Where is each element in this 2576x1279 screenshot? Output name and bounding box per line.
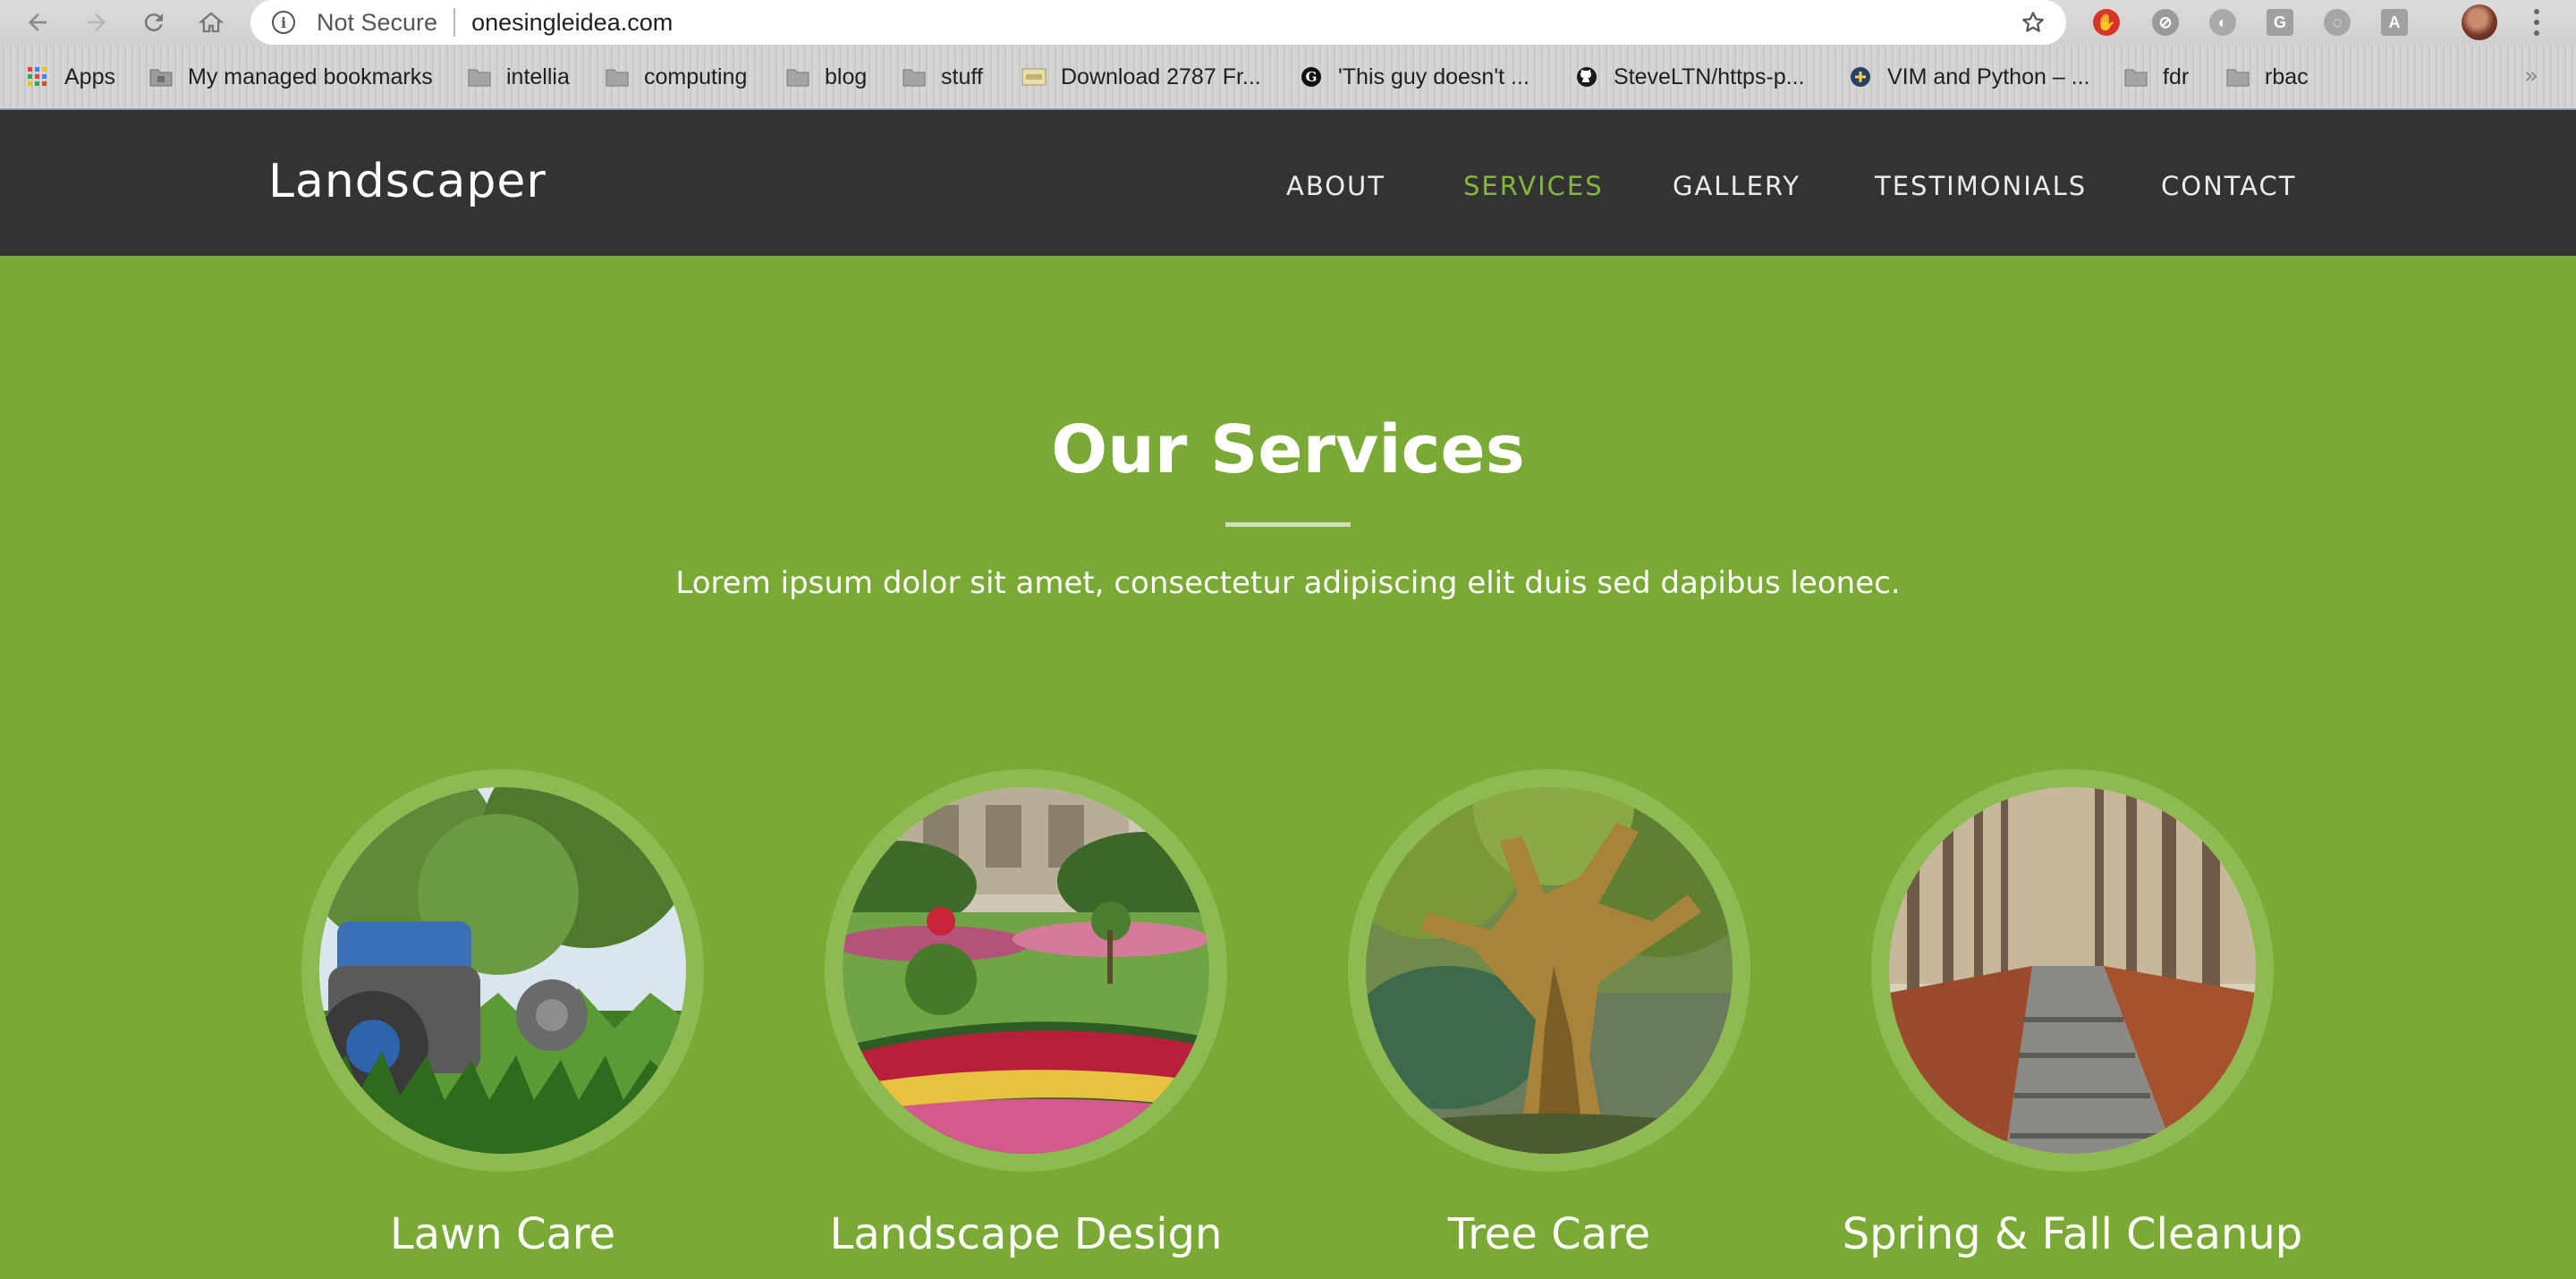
folder-icon: [605, 66, 630, 88]
bookmark-this-guy[interactable]: G 'This guy doesn't ...: [1299, 59, 1530, 95]
extension-a-icon[interactable]: A: [2381, 9, 2408, 36]
reload-button[interactable]: [129, 0, 179, 45]
folder-icon: [2123, 66, 2148, 88]
bookmarks-overflow-icon[interactable]: »: [2524, 63, 2538, 89]
service-image-lawn-care[interactable]: [301, 769, 704, 1172]
shield-icon[interactable]: ◌: [2324, 9, 2351, 36]
bookmark-folder-computing[interactable]: computing: [605, 59, 747, 95]
nav-contact[interactable]: CONTACT: [2161, 171, 2297, 201]
forward-arrow-icon: [88, 13, 106, 31]
bookmark-label: 'This guy doesn't ...: [1338, 64, 1530, 89]
service-label-spring-fall-cleanup[interactable]: Spring & Fall Cleanup: [1804, 1209, 2341, 1259]
section-subtitle: Lorem ipsum dolor sit amet, consectetur …: [675, 565, 1901, 601]
bookmark-label: Download 2787 Fr...: [1061, 64, 1261, 89]
bookmark-star-icon[interactable]: [2020, 9, 2046, 36]
reload-icon: [144, 13, 163, 32]
back-arrow-icon: [29, 13, 47, 31]
forward-button[interactable]: [72, 0, 122, 45]
home-icon: [198, 12, 225, 33]
service-label-tree-care[interactable]: Tree Care: [1281, 1209, 1818, 1259]
bookmark-apps[interactable]: Apps: [25, 59, 115, 95]
service-image-tree-care[interactable]: [1348, 769, 1750, 1172]
extension-g-icon[interactable]: G: [2267, 9, 2293, 36]
github-icon: [1574, 66, 1599, 88]
autumn-path-photo: [1889, 787, 2256, 1154]
nav-testimonials[interactable]: TESTIMONIALS: [1875, 171, 2087, 201]
bookmark-label: blog: [825, 64, 868, 89]
bookmark-label: VIM and Python – ...: [1887, 64, 2090, 89]
g-circle-icon: G: [1299, 66, 1324, 88]
bookmark-label: Apps: [64, 64, 115, 89]
site-info-icon[interactable]: i: [272, 11, 295, 34]
service-image-landscape-design[interactable]: [825, 769, 1227, 1172]
url-text[interactable]: onesingleidea.com: [471, 9, 673, 37]
bookmark-folder-blog[interactable]: blog: [785, 59, 867, 95]
bookmark-vim-python[interactable]: VIM and Python – ...: [1848, 59, 2090, 95]
service-image-spring-fall-cleanup[interactable]: [1871, 769, 2274, 1172]
folder-icon: [2225, 66, 2250, 88]
apps-grid-icon: [25, 66, 50, 88]
back-button[interactable]: [13, 0, 63, 45]
address-separator: [453, 8, 456, 37]
site-logo[interactable]: Landscaper: [268, 155, 547, 208]
folder-icon: [467, 66, 492, 88]
managed-folder-icon: [148, 66, 174, 88]
site-header: Landscaper ABOUT SERVICES GALLERY TESTIM…: [0, 110, 2576, 256]
home-button[interactable]: [186, 0, 236, 45]
circle-icon[interactable]: ◐: [2209, 9, 2236, 36]
nav-gallery[interactable]: GALLERY: [1673, 171, 1801, 201]
address-bar[interactable]: i Not Secure onesingleidea.com: [250, 0, 2066, 45]
python-icon: [1848, 66, 1873, 88]
bookmarks-bar: Apps My managed bookmarks intellia compu…: [0, 45, 2576, 109]
folder-icon: [785, 66, 810, 88]
site-favicon: [1021, 66, 1046, 88]
nav-services[interactable]: SERVICES: [1463, 171, 1604, 201]
browser-menu-icon[interactable]: [2528, 7, 2546, 38]
security-label: Not Secure: [317, 8, 438, 36]
bookmark-label: fdr: [2163, 64, 2190, 89]
garden-flowerbed-photo: [843, 787, 1209, 1154]
profile-avatar[interactable]: [2462, 4, 2497, 40]
bookmark-label: intellia: [506, 64, 570, 89]
service-label-landscape-design[interactable]: Landscape Design: [758, 1209, 1294, 1259]
bookmark-folder-intellia[interactable]: intellia: [467, 59, 570, 95]
stop-hand-icon[interactable]: ✋: [2093, 9, 2120, 36]
bookmark-label: stuff: [941, 64, 983, 89]
bookmark-label: My managed bookmarks: [188, 64, 433, 89]
bookmark-download[interactable]: Download 2787 Fr...: [1021, 59, 1261, 95]
title-divider: [1225, 522, 1351, 527]
bookmark-label: SteveLTN/https-p...: [1614, 64, 1805, 89]
bookmark-folder-rbac[interactable]: rbac: [2225, 59, 2309, 95]
old-tree-photo: [1366, 787, 1733, 1154]
nav-about[interactable]: ABOUT: [1286, 171, 1385, 201]
bookmark-managed[interactable]: My managed bookmarks: [148, 59, 433, 95]
blocked-icon[interactable]: ⊘: [2152, 9, 2179, 36]
bookmark-label: rbac: [2265, 64, 2309, 89]
lawn-mower-photo: [319, 787, 686, 1154]
svg-text:G: G: [1306, 69, 1318, 85]
bookmark-folder-stuff[interactable]: stuff: [902, 59, 983, 95]
browser-toolbar: i Not Secure onesingleidea.com ✋ ⊘ ◐ G ◌…: [0, 0, 2576, 45]
section-title: Our Services: [1051, 411, 1525, 488]
folder-icon: [902, 66, 927, 88]
service-label-lawn-care[interactable]: Lawn Care: [234, 1209, 771, 1259]
bookmark-github[interactable]: SteveLTN/https-p...: [1574, 59, 1805, 95]
bookmark-label: computing: [644, 64, 748, 89]
bookmark-folder-fdr[interactable]: fdr: [2123, 59, 2189, 95]
